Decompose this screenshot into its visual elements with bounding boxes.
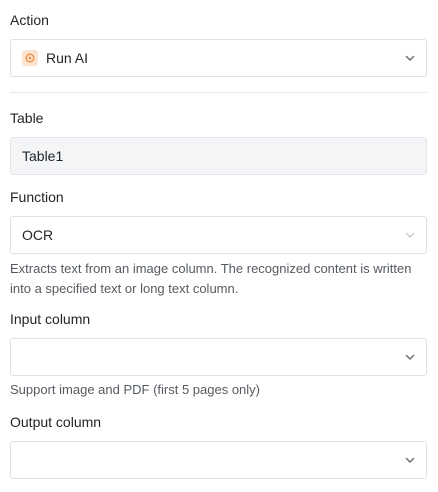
input-column-select[interactable] [10, 338, 427, 376]
action-label: Action [10, 12, 49, 28]
ai-sparkle-icon [22, 50, 38, 66]
chevron-down-icon[interactable] [404, 52, 416, 64]
chevron-down-icon[interactable] [404, 351, 416, 363]
input-column-hint: Support image and PDF (first 5 pages onl… [10, 382, 261, 397]
table-field-value: Table1 [22, 148, 64, 164]
chevron-down-icon[interactable] [404, 454, 416, 466]
function-select[interactable]: OCR [10, 216, 427, 254]
action-select[interactable]: Run AI [10, 39, 427, 77]
function-label: Function [10, 189, 64, 205]
chevron-down-icon[interactable] [404, 229, 416, 241]
table-label: Table [10, 110, 44, 126]
input-column-label: Input column [10, 311, 91, 327]
section-divider [10, 92, 427, 93]
function-select-value: OCR [22, 227, 54, 243]
function-description: Extracts text from an image column. The … [10, 261, 412, 296]
table-field: Table1 [10, 137, 427, 175]
action-select-value: Run AI [46, 50, 89, 66]
output-column-label: Output column [10, 414, 102, 430]
ai-action-settings-panel: Action Run AI Table Table1 Function OCR … [0, 0, 438, 492]
output-column-select[interactable] [10, 441, 427, 479]
